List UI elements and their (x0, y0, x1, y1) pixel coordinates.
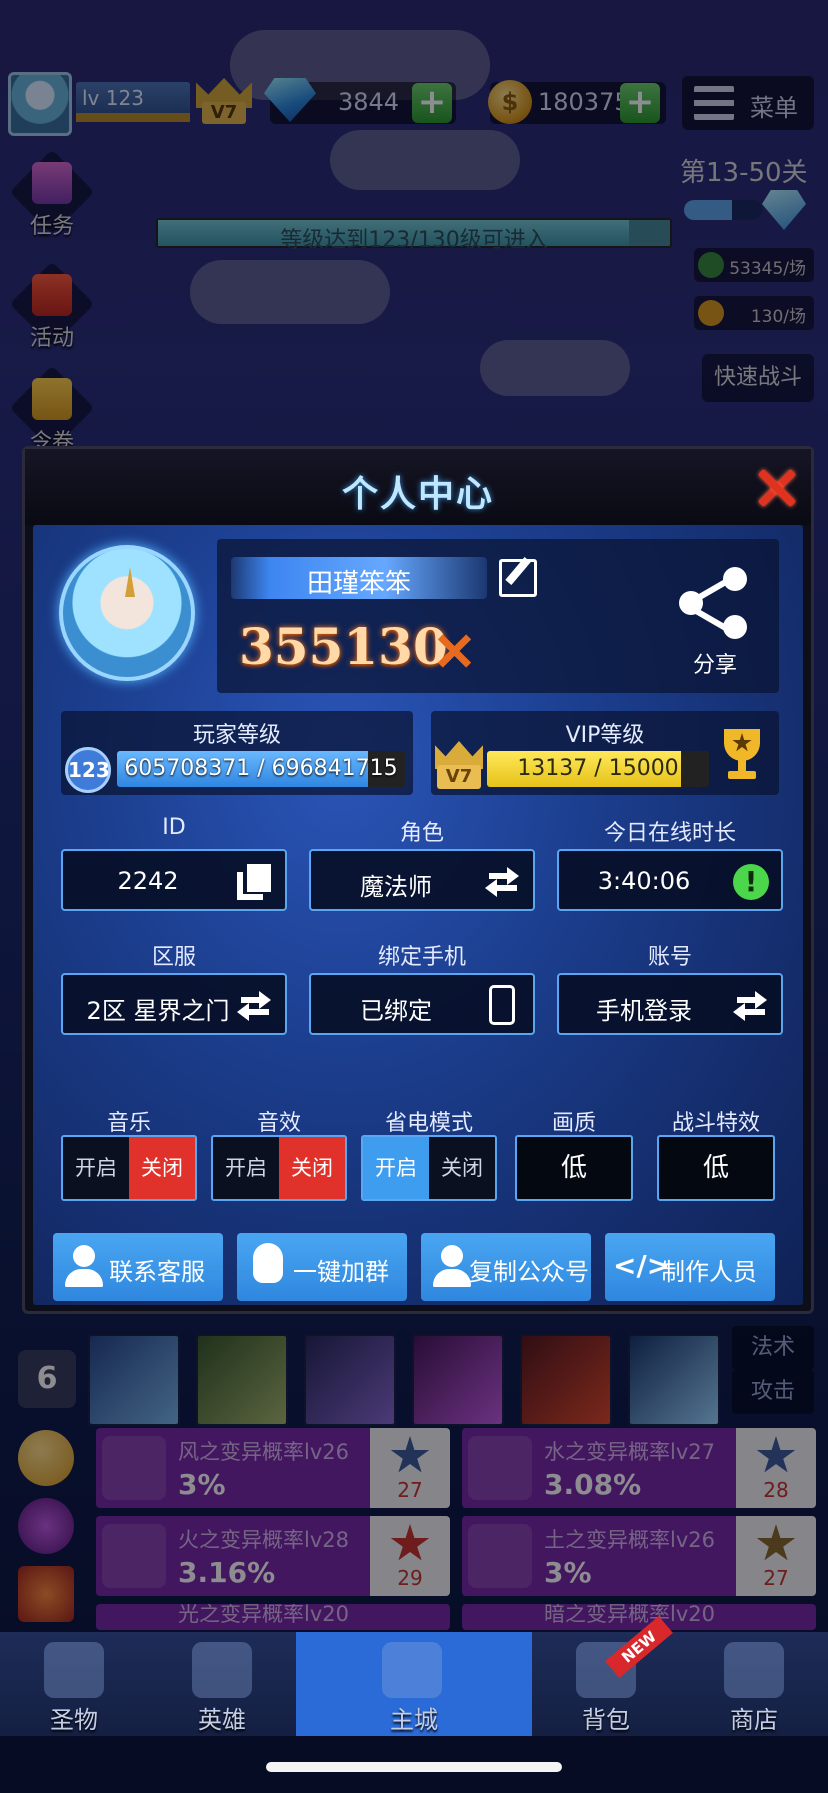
sfx-toggle: 开启 关闭 (211, 1135, 347, 1201)
id-label: ID (162, 815, 186, 840)
vip-level-panel: VIP等级 13137 / 15000 V7 (431, 711, 779, 795)
copy-official-account-label: 复制公众号 (469, 1258, 589, 1286)
online-time-label: 今日在线时长 (603, 821, 736, 846)
nav-relic-label: 圣物 (50, 1706, 98, 1734)
phone-icon[interactable] (489, 985, 515, 1025)
switch-role-icon[interactable] (485, 864, 521, 900)
join-group-label: 一键加群 (293, 1258, 389, 1286)
switch-account-icon[interactable] (733, 988, 769, 1024)
player-level-progress: 605708371 / 696841715 (124, 756, 398, 781)
battle-fx-selector[interactable]: 低 (657, 1135, 775, 1201)
modal-body: 田瑾笨笨 355130 分享 玩家等级 605708371 / 69684171… (33, 525, 803, 1305)
music-on-option[interactable]: 开启 (63, 1137, 129, 1199)
role-label: 角色 (399, 821, 444, 846)
music-off-option[interactable]: 关闭 (129, 1137, 195, 1199)
trophy-icon[interactable] (715, 729, 769, 783)
castle-icon (382, 1642, 442, 1698)
credits-button[interactable]: </> 制作人员 (605, 1233, 775, 1301)
account-value: 手机登录 (596, 997, 692, 1025)
nav-shop[interactable]: 商店 (680, 1632, 828, 1736)
support-agent-icon (61, 1243, 107, 1289)
bottom-nav: 圣物 英雄 主城 NEW 背包 商店 (0, 1616, 828, 1736)
copy-icon[interactable] (237, 864, 273, 900)
account-field: 手机登录 (557, 973, 783, 1035)
nav-city[interactable]: 主城 (296, 1632, 532, 1736)
server-value: 2区 星界之门 (86, 997, 230, 1025)
contact-support-label: 联系客服 (109, 1258, 205, 1286)
player-level-title: 玩家等级 (192, 723, 281, 748)
player-name: 田瑾笨笨 (306, 569, 411, 599)
sfx-label: 音效 (256, 1111, 301, 1136)
crossed-swords-icon (435, 631, 475, 671)
vip-crown-icon: V7 (433, 741, 485, 791)
player-avatar[interactable] (59, 545, 195, 681)
power-save-label: 省电模式 (384, 1111, 473, 1136)
switch-server-icon[interactable] (237, 988, 273, 1024)
player-level-panel: 玩家等级 605708371 / 696841715 123 (61, 711, 413, 795)
bind-phone-value: 已绑定 (360, 997, 432, 1025)
qq-penguin-icon (245, 1243, 291, 1289)
share-label: 分享 (692, 653, 737, 678)
player-level-badge: 123 (65, 747, 111, 793)
shopping-cart-icon (724, 1642, 784, 1698)
share-button[interactable]: 分享 (675, 567, 755, 678)
combat-power: 355130 (239, 617, 448, 676)
copy-official-account-button[interactable]: 复制公众号 (421, 1233, 591, 1301)
quality-label: 画质 (551, 1111, 596, 1136)
code-icon: </> (613, 1249, 671, 1282)
bind-phone-label: 绑定手机 (377, 945, 466, 970)
sfx-on-option[interactable]: 开启 (213, 1137, 279, 1199)
quality-selector[interactable]: 低 (515, 1135, 633, 1201)
nav-hero-label: 英雄 (198, 1706, 246, 1734)
clover-icon (44, 1642, 104, 1698)
online-time-value: 3:40:06 (597, 867, 691, 895)
profile-card: 田瑾笨笨 355130 分享 (217, 539, 779, 693)
credits-label: 制作人员 (661, 1258, 757, 1286)
vip-level-bar: 13137 / 15000 (487, 751, 709, 787)
bind-phone-field: 已绑定 (309, 973, 535, 1035)
id-field: 2242 (61, 849, 287, 911)
close-button[interactable] (755, 467, 797, 509)
music-toggle: 开启 关闭 (61, 1135, 197, 1201)
nav-city-label: 主城 (390, 1706, 438, 1734)
helmet-icon (192, 1642, 252, 1698)
personal-center-modal: 个人中心 田瑾笨笨 355130 分享 玩家等级 605708371 / 696… (22, 446, 814, 1314)
role-field: 魔法师 (309, 849, 535, 911)
join-group-button[interactable]: 一键加群 (237, 1233, 407, 1301)
player-level-bar: 605708371 / 696841715 (117, 751, 405, 787)
power-save-on-option[interactable]: 开启 (363, 1137, 429, 1199)
contact-support-button[interactable]: 联系客服 (53, 1233, 223, 1301)
nav-relic[interactable]: 圣物 (0, 1632, 148, 1736)
power-save-toggle: 开启 关闭 (361, 1135, 497, 1201)
account-label: 账号 (647, 945, 692, 970)
home-indicator[interactable] (266, 1762, 562, 1772)
nav-hero[interactable]: 英雄 (148, 1632, 296, 1736)
online-time-field: 3:40:06 ! (557, 849, 783, 911)
role-value: 魔法师 (360, 873, 432, 901)
vip-level-badge: V7 (437, 765, 481, 789)
battle-fx-label: 战斗特效 (671, 1111, 760, 1136)
nav-bag-label: 背包 (582, 1706, 630, 1734)
nav-bag[interactable]: NEW 背包 (532, 1616, 680, 1736)
music-label: 音乐 (106, 1111, 151, 1136)
modal-header: 个人中心 (25, 449, 811, 525)
server-field: 2区 星界之门 (61, 973, 287, 1035)
alert-icon[interactable]: ! (733, 864, 769, 900)
id-value: 2242 (117, 867, 179, 895)
power-save-off-option[interactable]: 关闭 (429, 1137, 495, 1199)
edit-name-icon[interactable] (499, 559, 537, 597)
modal-title: 个人中心 (341, 474, 494, 515)
nav-shop-label: 商店 (730, 1706, 778, 1734)
vip-level-progress: 13137 / 15000 (517, 756, 679, 781)
sfx-off-option[interactable]: 关闭 (279, 1137, 345, 1199)
server-label: 区服 (151, 945, 196, 970)
